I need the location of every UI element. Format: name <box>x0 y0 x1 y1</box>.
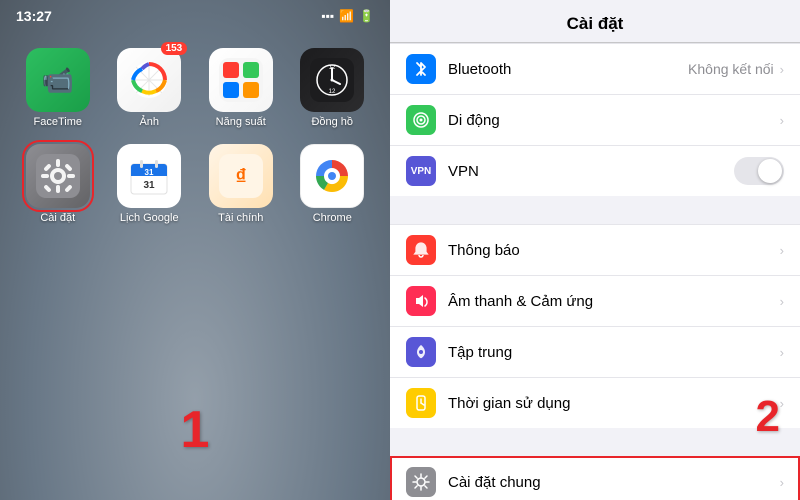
gap-1 <box>390 196 800 224</box>
sound-chevron: › <box>780 294 784 309</box>
sound-icon <box>406 286 436 316</box>
clock-icon: 12 12 <box>300 48 364 112</box>
productivity-app[interactable]: Năng suất <box>203 48 279 128</box>
general-settings-chevron: › <box>780 475 784 490</box>
settings-icon <box>26 144 90 208</box>
google-calendar-app[interactable]: 31 31 Lịch Google <box>112 144 188 224</box>
focus-icon <box>406 337 436 367</box>
step-1-number: 1 <box>181 400 210 460</box>
general-section: Cài đặt chung › Trung <box>390 456 800 500</box>
facetime-icon: 📹 <box>26 48 90 112</box>
settings-title: Cài đặt <box>390 0 800 43</box>
focus-label: Tập trung <box>448 344 512 361</box>
productivity-label: Năng suất <box>216 116 266 128</box>
focus-content: Tập trung › <box>448 344 784 361</box>
finance-label: Tài chính <box>218 212 263 224</box>
settings-label: Cài đặt <box>40 212 75 224</box>
general-settings-row[interactable]: Cài đặt chung › <box>390 456 800 500</box>
bluetooth-chevron: › <box>780 62 784 77</box>
notifications-section: Thông báo › Âm thanh & Cảm ứng › <box>390 224 800 428</box>
calendar-icon: 31 31 <box>117 144 181 208</box>
chrome-app[interactable]: Chrome <box>295 144 371 224</box>
notifications-row[interactable]: Thông báo › <box>390 224 800 276</box>
vpn-content: VPN <box>448 157 784 185</box>
sound-label: Âm thanh & Cảm ứng <box>448 293 593 310</box>
general-settings-content: Cài đặt chung › <box>448 474 784 491</box>
screentime-row[interactable]: Thời gian sử dụng › <box>390 378 800 428</box>
focus-row[interactable]: Tập trung › <box>390 327 800 378</box>
battery-icon: 🔋 <box>359 9 374 23</box>
screentime-chevron: › <box>780 396 784 411</box>
settings-panel: Cài đặt Bluetooth Không kết nối › <box>390 0 800 500</box>
photos-app[interactable]: 153 Ảnh <box>112 48 188 128</box>
vpn-row[interactable]: VPN VPN <box>390 146 800 196</box>
gap-2 <box>390 428 800 456</box>
app-grid: 📹 FaceTime 153 <box>0 28 390 240</box>
google-calendar-label: Lịch Google <box>120 212 179 224</box>
svg-text:31: 31 <box>145 168 154 177</box>
photos-label: Ảnh <box>139 116 159 128</box>
bluetooth-content: Bluetooth Không kết nối › <box>448 61 784 78</box>
bluetooth-status: Không kết nối <box>688 61 774 77</box>
wifi-icon: 📶 <box>339 9 354 23</box>
screentime-content: Thời gian sử dụng › <box>448 395 784 412</box>
step-2-number: 2 <box>756 392 780 442</box>
signal-icon: ▪▪▪ <box>321 9 334 23</box>
sound-row[interactable]: Âm thanh & Cảm ứng › <box>390 276 800 327</box>
settings-list: Bluetooth Không kết nối › <box>390 43 800 500</box>
vpn-label: VPN <box>448 163 479 180</box>
notifications-content: Thông báo › <box>448 242 784 259</box>
general-settings-label: Cài đặt chung <box>448 474 541 491</box>
notifications-chevron: › <box>780 243 784 258</box>
photos-icon: 153 <box>117 48 181 112</box>
mobile-content: Di động › <box>448 112 784 129</box>
home-screen: 13:27 ▪▪▪ 📶 🔋 📹 FaceTime <box>0 0 390 500</box>
mobile-row[interactable]: Di động › <box>390 95 800 146</box>
status-bar: 13:27 ▪▪▪ 📶 🔋 <box>0 0 390 28</box>
bluetooth-label: Bluetooth <box>448 61 511 78</box>
settings-app[interactable]: Cài đặt <box>20 144 96 224</box>
connectivity-section: Bluetooth Không kết nối › <box>390 43 800 196</box>
clock-app[interactable]: 12 12 Đồng hồ <box>295 48 371 128</box>
vpn-toggle-thumb <box>758 159 782 183</box>
svg-text:12: 12 <box>329 89 336 95</box>
bluetooth-row[interactable]: Bluetooth Không kết nối › <box>390 43 800 95</box>
svg-text:31: 31 <box>144 180 156 191</box>
finance-icon: ₫ <box>209 144 273 208</box>
time-display: 13:27 <box>16 8 52 24</box>
vpn-toggle[interactable] <box>734 157 784 185</box>
photos-badge: 153 <box>161 42 188 55</box>
finance-app[interactable]: ₫ Tài chính <box>203 144 279 224</box>
general-settings-icon <box>406 467 436 497</box>
chrome-icon <box>300 144 364 208</box>
facetime-app[interactable]: 📹 FaceTime <box>20 48 96 128</box>
notifications-icon <box>406 235 436 265</box>
sound-content: Âm thanh & Cảm ứng › <box>448 293 784 310</box>
svg-text:₫: ₫ <box>235 164 246 189</box>
svg-text:12: 12 <box>329 65 336 71</box>
mobile-chevron: › <box>780 113 784 128</box>
bluetooth-right: Không kết nối › <box>688 61 784 77</box>
notifications-label: Thông báo <box>448 242 520 259</box>
chrome-label: Chrome <box>313 212 352 224</box>
focus-chevron: › <box>780 345 784 360</box>
mobile-icon <box>406 105 436 135</box>
bluetooth-icon <box>406 54 436 84</box>
status-icons: ▪▪▪ 📶 🔋 <box>321 9 374 23</box>
clock-label: Đồng hồ <box>311 116 353 128</box>
screentime-label: Thời gian sử dụng <box>448 395 570 412</box>
screentime-icon <box>406 388 436 418</box>
mobile-right: › <box>780 113 784 128</box>
facetime-label: FaceTime <box>34 116 83 128</box>
vpn-right <box>734 157 784 185</box>
mobile-label: Di động <box>448 112 500 129</box>
productivity-icon <box>209 48 273 112</box>
vpn-icon: VPN <box>406 156 436 186</box>
